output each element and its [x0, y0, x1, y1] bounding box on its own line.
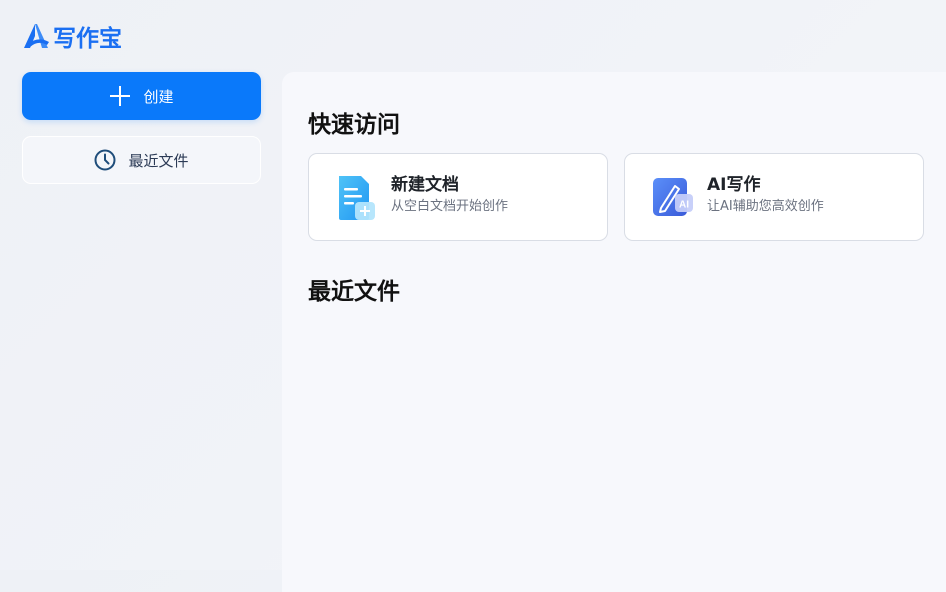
app-logo: 写作宝 — [22, 19, 122, 53]
ai-writing-desc: 让AI辅助您高效创作 — [707, 199, 824, 214]
ai-pen-icon: AI — [653, 178, 693, 216]
clock-icon — [94, 149, 116, 171]
create-button-label: 创建 — [143, 87, 174, 106]
recent-files-title: 最近文件 — [308, 279, 400, 305]
create-button[interactable]: 创建 — [22, 72, 261, 120]
quick-access-title: 快速访问 — [308, 112, 400, 138]
svg-text:AI: AI — [679, 200, 689, 211]
logo-icon — [24, 24, 49, 48]
new-document-card[interactable]: 新建文档 从空白文档开始创作 — [308, 153, 608, 241]
plus-icon — [110, 86, 131, 106]
recent-files-button[interactable]: 最近文件 — [22, 136, 261, 184]
recent-files-label: 最近文件 — [128, 151, 189, 170]
main-panel: 快速访问 新建文档 从空白文档开始创作 AI AI写作 让AI辅助您高效创作 最… — [282, 72, 946, 592]
logo-text: 写作宝 — [53, 26, 122, 52]
ai-writing-title: AI写作 — [707, 175, 761, 195]
new-document-title: 新建文档 — [391, 175, 459, 195]
new-document-desc: 从空白文档开始创作 — [391, 199, 509, 214]
ai-writing-card[interactable]: AI AI写作 让AI辅助您高效创作 — [624, 153, 924, 241]
new-doc-icon — [339, 176, 375, 220]
